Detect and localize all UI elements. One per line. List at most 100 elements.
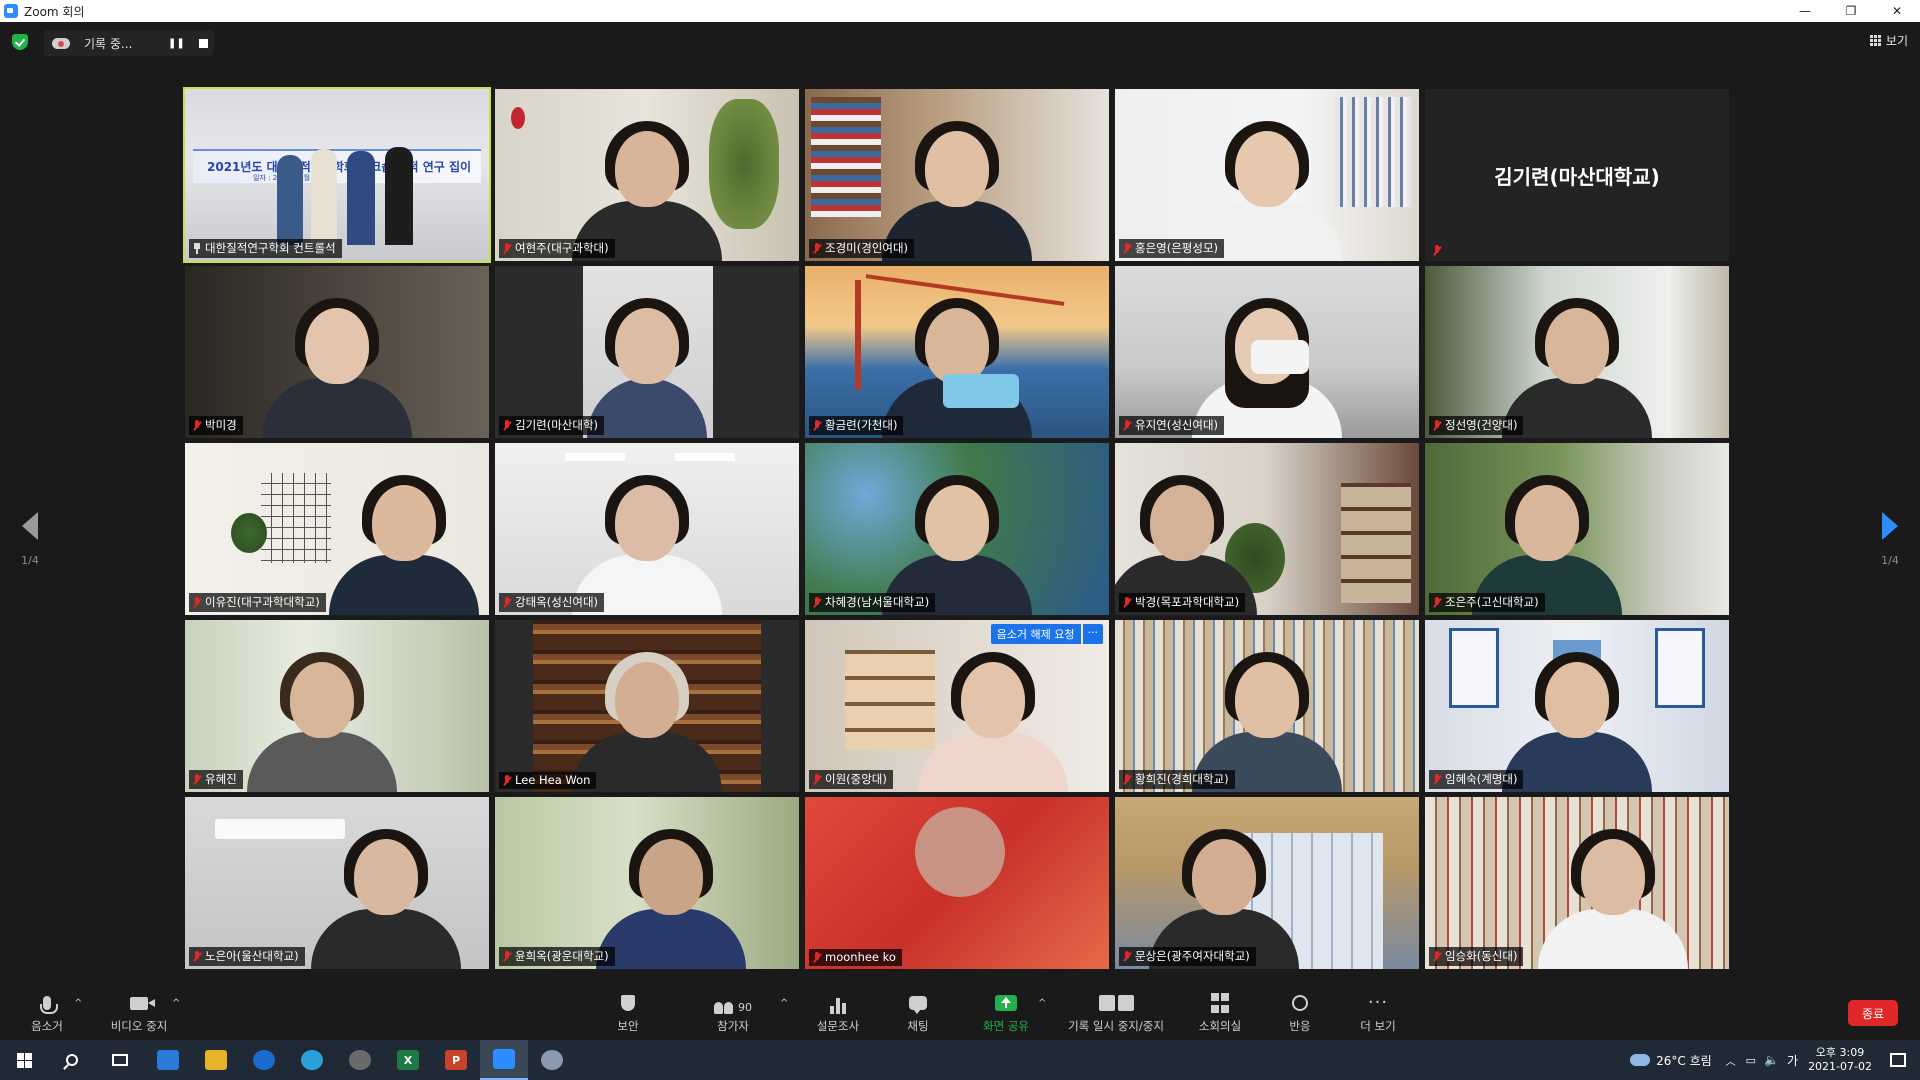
pause-recording-button[interactable]: ❚❚ — [168, 38, 185, 49]
participant-count: 90 — [738, 1001, 752, 1014]
tool-app-icon — [541, 1050, 563, 1070]
weather-text[interactable]: 26°C 흐림 — [1656, 1052, 1712, 1069]
chat-button[interactable]: 채팅 — [898, 986, 938, 1040]
record-pause-stop-button[interactable]: 기록 일시 중지/중지 — [1060, 986, 1172, 1040]
view-button[interactable]: 보기 — [1869, 32, 1908, 49]
video-tile[interactable]: 박미경 — [185, 266, 489, 438]
taskbar-app[interactable] — [528, 1040, 576, 1080]
task-view-button[interactable] — [96, 1040, 144, 1080]
title-bar: Zoom 회의 — ❐ ✕ — [0, 0, 1920, 22]
taskbar-app[interactable]: P — [432, 1040, 480, 1080]
taskbar-app[interactable] — [192, 1040, 240, 1080]
edge-browser-icon — [301, 1050, 323, 1070]
participant-name: 유혜진 — [205, 772, 237, 786]
video-tile[interactable]: 유혜진 — [185, 620, 489, 792]
video-tile[interactable]: 황금련(가천대) — [805, 266, 1109, 438]
next-page-button[interactable]: 1/4 — [1870, 512, 1910, 567]
mic-muted-icon — [813, 773, 821, 785]
taskbar-app[interactable] — [144, 1040, 192, 1080]
mute-button[interactable]: 음소거 — [20, 986, 74, 1040]
participant-name-tag — [1429, 244, 1451, 258]
video-tile[interactable]: 김기련(마산대학) — [495, 266, 799, 438]
reactions-label: 반응 — [1289, 1019, 1311, 1033]
video-tile[interactable]: 임혜숙(계명대) — [1425, 620, 1729, 792]
taskbar-app[interactable] — [240, 1040, 288, 1080]
end-meeting-button[interactable]: 종료 — [1848, 1000, 1898, 1026]
network-icon[interactable]: ▭ — [1746, 1054, 1756, 1067]
tray-expand-icon[interactable]: ︿ — [1726, 1053, 1736, 1068]
video-tile[interactable]: 임승화(동신대) — [1425, 797, 1729, 969]
encryption-shield-icon[interactable] — [12, 34, 28, 50]
video-tile[interactable]: 황희진(경희대학교) — [1115, 620, 1419, 792]
restore-button[interactable]: ❐ — [1828, 0, 1874, 22]
video-tile[interactable]: 홍은영(은평성모) — [1115, 89, 1419, 261]
zoom-icon — [493, 1049, 515, 1069]
taskbar-app[interactable] — [288, 1040, 336, 1080]
clock[interactable]: 오후 3:09 2021-07-02 — [1808, 1046, 1872, 1074]
close-button[interactable]: ✕ — [1874, 0, 1920, 22]
search-icon — [66, 1054, 78, 1066]
video-tile[interactable]: moonhee ko — [805, 797, 1109, 969]
mic-muted-icon — [813, 951, 821, 963]
ime-indicator[interactable]: 가 — [1787, 1052, 1798, 1069]
mic-muted-icon — [1123, 242, 1131, 254]
prev-page-button[interactable]: 1/4 — [10, 512, 50, 567]
chat-label: 채팅 — [907, 1019, 929, 1033]
breakout-rooms-button[interactable]: 소회의실 — [1192, 986, 1248, 1040]
minimize-button[interactable]: — — [1782, 0, 1828, 22]
participant-name-tag: 황희진(경희대학교) — [1119, 770, 1235, 789]
clock-time: 오후 3:09 — [1815, 1046, 1865, 1059]
participant-name-tag: 윤희옥(광운대학교) — [499, 947, 615, 966]
participant-name-tag: 여현주(대구과학대) — [499, 239, 615, 258]
search-button[interactable] — [48, 1040, 96, 1080]
video-tile[interactable]: 강태옥(성신여대) — [495, 443, 799, 615]
stop-recording-button[interactable] — [198, 38, 208, 48]
recording-indicator: 기록 중... ❚❚ — [44, 30, 214, 56]
video-tile[interactable]: 윤희옥(광운대학교) — [495, 797, 799, 969]
video-tile[interactable]: 차혜경(남서울대학교) — [805, 443, 1109, 615]
video-tile[interactable]: 여현주(대구과학대) — [495, 89, 799, 261]
start-button[interactable] — [0, 1040, 48, 1080]
stop-video-button[interactable]: 비디오 중지 — [104, 986, 174, 1040]
participants-options-caret[interactable]: ^ — [780, 998, 788, 1009]
video-tile[interactable]: 노은아(울산대학교) — [185, 797, 489, 969]
video-tile[interactable]: 음소거 해제 요청 ··· 이원(중앙대) — [805, 620, 1109, 792]
reactions-button[interactable]: 반응 — [1280, 986, 1320, 1040]
arrow-right-icon — [1882, 512, 1898, 540]
unmute-request-badge[interactable]: 음소거 해제 요청 ··· — [990, 624, 1103, 644]
video-tile[interactable]: Lee Hea Won — [495, 620, 799, 792]
video-tile[interactable]: 김기련(마산대학교) — [1425, 89, 1729, 261]
taskbar-app[interactable] — [336, 1040, 384, 1080]
participants-button[interactable]: 90 참가자 — [708, 986, 758, 1040]
share-screen-button[interactable]: 화면 공유 — [976, 986, 1036, 1040]
video-tile[interactable]: 정선영(건양대) — [1425, 266, 1729, 438]
audio-options-caret[interactable]: ^ — [74, 998, 82, 1009]
participant-name: moonhee ko — [825, 950, 896, 964]
mic-muted-icon — [503, 950, 511, 962]
share-options-caret[interactable]: ^ — [1038, 998, 1046, 1009]
video-tile[interactable]: 유지연(성신여대) — [1115, 266, 1419, 438]
video-tile[interactable]: 2021년도 대한질적연구학회 워크숍 질적 연구 집이 일자 : 2021년 … — [183, 87, 491, 263]
chrome-browser-icon — [349, 1050, 371, 1070]
video-tile[interactable]: 조경미(경인여대) — [805, 89, 1109, 261]
page-indicator-right: 1/4 — [1881, 554, 1899, 567]
more-button[interactable]: ··· 더 보기 — [1356, 986, 1400, 1040]
record-controls-icon — [1098, 992, 1134, 1014]
participant-name: 조경미(경인여대) — [825, 241, 909, 255]
video-tile[interactable]: 문상은(광주여자대학교) — [1115, 797, 1419, 969]
share-screen-icon — [995, 995, 1017, 1011]
volume-icon[interactable]: 🔈 — [1764, 1053, 1779, 1067]
notification-center-icon[interactable] — [1890, 1053, 1906, 1067]
taskbar-app[interactable]: X — [384, 1040, 432, 1080]
participant-name-tag: 조은주(고신대학교) — [1429, 593, 1545, 612]
taskbar-app-zoom[interactable] — [480, 1040, 528, 1080]
polls-label: 설문조사 — [816, 1019, 860, 1033]
security-button[interactable]: 보안 — [608, 986, 648, 1040]
video-options-caret[interactable]: ^ — [172, 998, 180, 1009]
more-options-button[interactable]: ··· — [1082, 624, 1103, 644]
video-tile[interactable]: 조은주(고신대학교) — [1425, 443, 1729, 615]
video-tile[interactable]: 박경(목포과학대학교) — [1115, 443, 1419, 615]
participant-name-tag: 임승화(동신대) — [1429, 947, 1524, 966]
polls-button[interactable]: 설문조사 — [810, 986, 866, 1040]
video-tile[interactable]: 이유진(대구과학대학교) — [185, 443, 489, 615]
